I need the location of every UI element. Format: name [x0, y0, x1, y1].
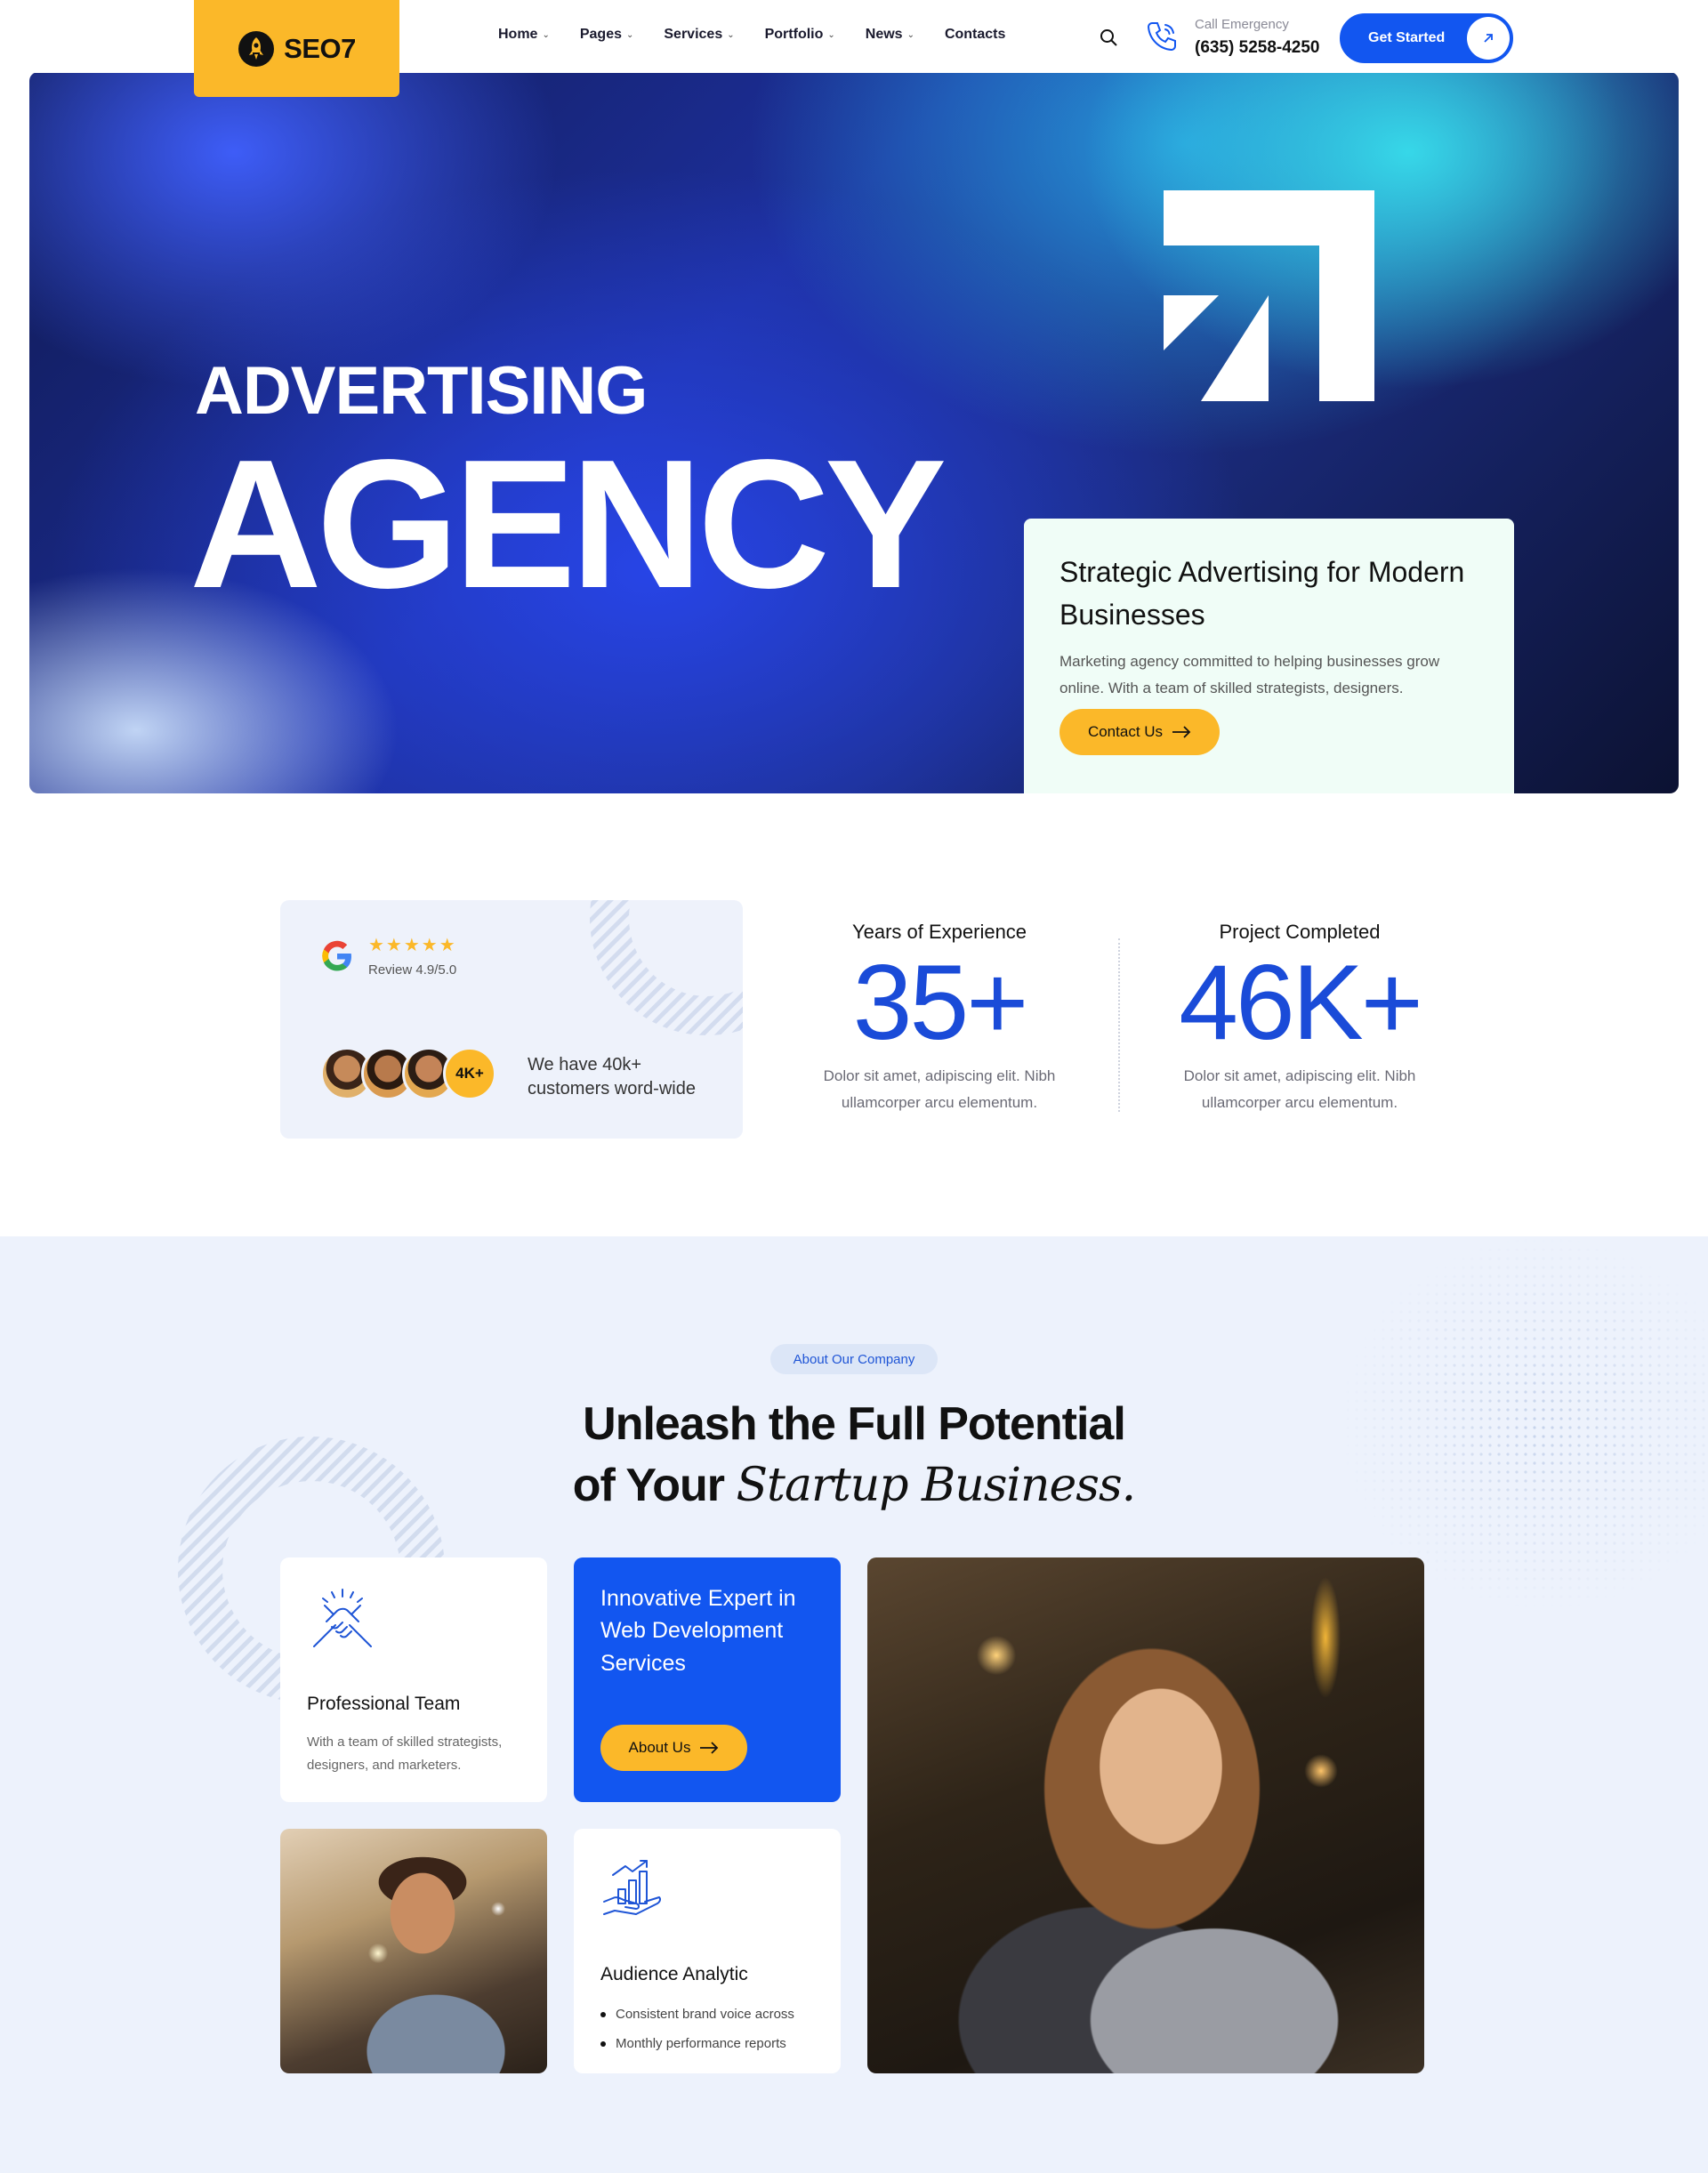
main-nav: Home ⌄ Pages ⌄ Services ⌄ Portfolio ⌄ News ⌄ …	[498, 27, 1005, 43]
search-icon[interactable]	[1098, 27, 1119, 48]
customers-text: We have 40k+ customers word-wide	[528, 1055, 696, 1099]
stat-title: Project Completed	[1219, 921, 1381, 943]
call-number[interactable]: (635) 5258-4250	[1195, 38, 1320, 58]
card-title: Innovative Expert in Web Development Ser…	[600, 1586, 796, 1676]
nav-label: News	[865, 27, 903, 42]
section-badge: About Our Company	[770, 1344, 938, 1374]
card-text: With a team of skilled strategists, desi…	[307, 1734, 503, 1774]
stat-experience: Years of Experience 35+ Dolor sit amet, …	[793, 921, 1086, 1116]
nav-item-contacts[interactable]: Contacts	[945, 27, 1005, 43]
contact-us-label: Contact Us	[1087, 723, 1164, 740]
call-label: Call Emergency	[1195, 17, 1289, 32]
analytics-chart-icon	[603, 1860, 662, 1915]
feature-list: Consistent brand voice across Monthly pe…	[600, 2000, 794, 2058]
nav-item-services[interactable]: Services ⌄	[664, 27, 734, 43]
title-italic-text: Startup Business.	[736, 1458, 1136, 1512]
stat-value: 46K+	[1179, 943, 1423, 1062]
about-us-button[interactable]: About Us	[600, 1725, 747, 1771]
stat-divider	[1118, 938, 1120, 1112]
speaker-photo	[280, 1829, 547, 2073]
review-card: ★★★★★ Review 4.9/5.0 4K+ We have 40k+ cu…	[280, 900, 743, 1139]
nav-label: Contacts	[944, 27, 1006, 42]
stat-projects: Project Completed 46K+ Dolor sit amet, a…	[1153, 921, 1446, 1116]
logo[interactable]: SEO7	[194, 0, 399, 97]
list-item: Monthly performance reports	[600, 2029, 794, 2058]
audience-analytic-card: Audience Analytic Consistent brand voice…	[574, 1829, 841, 2073]
get-started-label: Get Started	[1368, 30, 1446, 45]
nav-label: Portfolio	[764, 27, 824, 42]
chevron-down-icon: ⌄	[542, 29, 550, 40]
get-started-button[interactable]: Get Started	[1340, 13, 1513, 63]
logo-text: SEO7	[284, 32, 356, 64]
hero-title-line2: AGENCY	[189, 422, 947, 626]
site-header: SEO7 Home ⌄ Pages ⌄ Services ⌄ Portfolio ⌄ N…	[0, 0, 1708, 97]
avatar-count-badge: 4K+	[443, 1047, 496, 1100]
chevron-down-icon: ⌄	[727, 29, 735, 40]
chevron-down-icon: ⌄	[906, 29, 914, 40]
customer-avatars: 4K+	[320, 1047, 496, 1100]
google-icon	[322, 940, 351, 971]
nav-item-portfolio[interactable]: Portfolio ⌄	[765, 27, 835, 43]
section-title-line1: Unleash the Full Potential	[583, 1398, 1126, 1450]
about-us-label: About Us	[628, 1739, 691, 1756]
woman-with-laptop-photo	[867, 1557, 1424, 2073]
professional-team-card: Professional Team With a team of skilled…	[280, 1557, 547, 1802]
nav-item-news[interactable]: News ⌄	[866, 27, 914, 43]
chevron-down-icon: ⌄	[827, 29, 835, 40]
chevron-down-icon: ⌄	[625, 29, 634, 40]
about-section: About Our Company Unleash the Full Poten…	[0, 1236, 1708, 2173]
arrow-right-icon	[700, 1742, 719, 1754]
nav-item-home[interactable]: Home ⌄	[498, 27, 550, 43]
nav-label: Home	[498, 27, 538, 42]
stat-description: Dolor sit amet, adipiscing elit. Nibh ul…	[1183, 1067, 1416, 1111]
arrow-up-right-icon	[1164, 190, 1374, 401]
section-title: Unleash the Full Potential of Your Start…	[0, 1394, 1708, 1516]
rating-stars: ★★★★★	[368, 936, 457, 955]
web-development-card: Innovative Expert in Web Development Ser…	[574, 1557, 841, 1802]
phone-icon	[1147, 22, 1176, 52]
nav-item-pages[interactable]: Pages ⌄	[580, 27, 634, 43]
review-score: Review 4.9/5.0	[368, 962, 457, 978]
stat-title: Years of Experience	[851, 921, 1027, 943]
card-title: Audience Analytic	[600, 1964, 748, 1984]
contact-us-button[interactable]: Contact Us	[1059, 709, 1220, 755]
hero-card-title: Strategic Advertising for Modern Busines…	[1059, 556, 1465, 631]
nav-label: Pages	[579, 27, 622, 42]
hero-title-line1: ADVERTISING	[195, 353, 648, 429]
list-item: Consistent brand voice across	[600, 2000, 794, 2029]
hero-info-card: Strategic Advertising for Modern Busines…	[1024, 519, 1514, 793]
handshake-icon	[313, 1589, 372, 1647]
hero-card-text: Marketing agency committed to helping bu…	[1059, 653, 1440, 696]
hero-banner: ADVERTISING AGENCY Strategic Advertising…	[29, 72, 1679, 793]
card-title: Professional Team	[307, 1694, 461, 1714]
arrow-right-icon	[1172, 726, 1191, 738]
nav-label: Services	[664, 27, 723, 42]
rocket-icon	[238, 30, 275, 67]
stat-value: 35+	[852, 943, 1029, 1062]
title-plain-text: of Your	[572, 1459, 725, 1511]
arrow-up-right-icon	[1467, 17, 1510, 60]
section-title-line2: of Your Startup Business.	[0, 1455, 1708, 1517]
stat-description: Dolor sit amet, adipiscing elit. Nibh ul…	[823, 1067, 1056, 1111]
stripe-ring-decoration	[590, 900, 743, 1035]
